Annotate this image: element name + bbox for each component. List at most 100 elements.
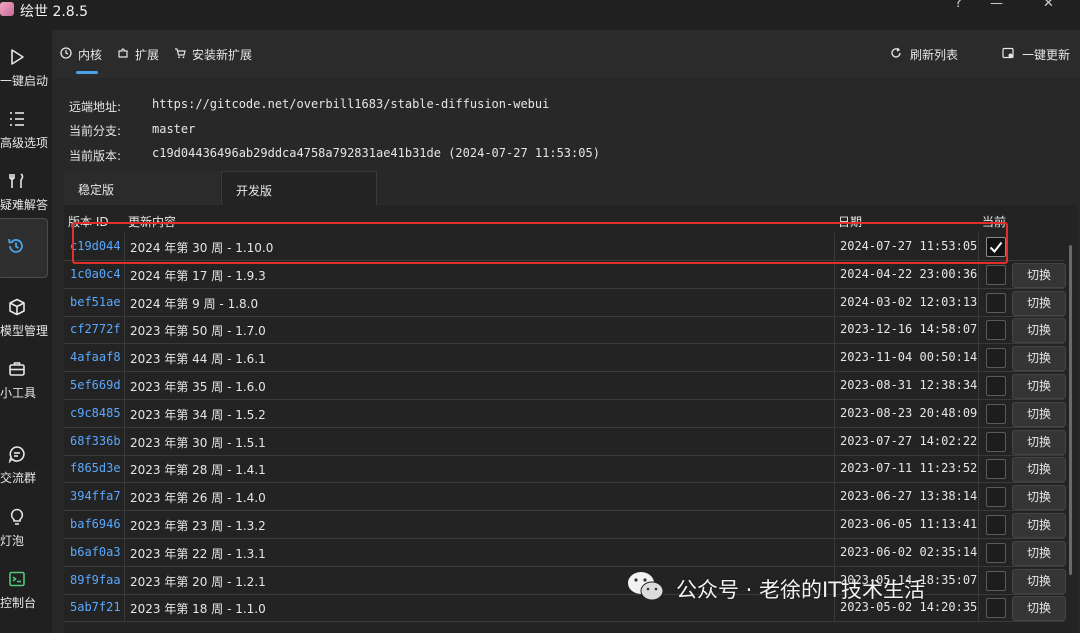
version-id[interactable]: baf6946 <box>70 517 121 531</box>
current-checkbox[interactable] <box>986 431 1006 452</box>
version-description: 2023 年第 20 周 - 1.2.1 <box>130 574 266 589</box>
list-icon <box>10 112 24 126</box>
table-row: 5ef669d 2023 年第 35 周 - 1.6.0 2023-08-31 12… <box>64 372 1066 400</box>
cell-divider <box>834 483 835 511</box>
version-id[interactable]: 1c0a0c4 <box>70 267 121 281</box>
sidebar-item-community[interactable]: 交流群 <box>0 437 48 495</box>
current-checkbox[interactable] <box>986 570 1006 591</box>
tab-dev[interactable]: 开发版 <box>221 171 377 205</box>
tab-core[interactable]: 内核 <box>60 45 120 65</box>
version-id[interactable]: 5ab7f21 <box>70 600 121 614</box>
refresh-list-button[interactable]: 刷新列表 <box>890 45 970 65</box>
version-id[interactable]: 394ffa7 <box>70 489 121 503</box>
top-tab-bar: 内核 扩展 安装新扩展 刷新列表 一键更新 <box>52 30 1080 78</box>
sidebar-item-troubleshoot[interactable]: 疑难解答 <box>0 164 48 222</box>
current-checkbox[interactable] <box>986 515 1006 535</box>
cell-divider <box>124 427 125 455</box>
sidebar-item-bulb[interactable]: 灯泡 <box>0 500 48 558</box>
version-description: 2024 年第 17 周 - 1.9.3 <box>130 268 266 283</box>
version-date: 2023-08-31 12:38:34 <box>840 378 978 392</box>
cell-divider <box>834 511 835 538</box>
cell-divider <box>978 538 979 566</box>
version-description: 2023 年第 30 周 - 1.5.1 <box>130 435 266 450</box>
sidebar-item-label: 小工具 <box>0 386 37 400</box>
switch-version-button[interactable]: 切换 <box>1012 513 1066 538</box>
cell-divider <box>124 288 125 316</box>
minimize-button[interactable]: — <box>990 0 1003 11</box>
watermark-text: 公众号 · 老徐的IT技术生活 <box>676 578 926 602</box>
cell-divider <box>124 455 125 483</box>
switch-version-button[interactable]: 切换 <box>1012 485 1066 511</box>
version-date: 2023-07-27 14:02:22 <box>840 433 978 448</box>
cell-divider <box>834 399 835 427</box>
current-checkbox[interactable] <box>986 292 1006 313</box>
switch-version-button[interactable]: 切换 <box>1012 346 1066 372</box>
switch-version-button[interactable]: 切换 <box>1012 401 1066 427</box>
table-row: cf2772f 2023 年第 50 周 - 1.7.0 2023-12-16 14… <box>64 316 1066 345</box>
remote-url-value: https://gitcode.net/overbill1683/stable-… <box>152 97 550 111</box>
cart-icon <box>175 48 186 59</box>
version-id[interactable]: 68f336b <box>70 434 121 448</box>
version-date: 2023-06-05 11:13:41 <box>840 517 978 531</box>
version-id[interactable]: bef51ae <box>70 295 121 309</box>
switch-version-button[interactable]: 切换 <box>1012 596 1066 622</box>
tab-stable[interactable]: 稳定版 <box>64 171 220 205</box>
switch-version-button[interactable]: 切换 <box>1012 429 1066 455</box>
version-id[interactable]: cf2772f <box>70 322 121 336</box>
sidebar-item-console[interactable]: 控制台 <box>0 562 48 620</box>
version-description: 2023 年第 23 周 - 1.3.2 <box>130 519 266 533</box>
version-description: 2023 年第 50 周 - 1.7.0 <box>130 324 266 339</box>
wechat-icon <box>628 572 664 601</box>
current-checkbox[interactable] <box>986 542 1006 563</box>
switch-version-button[interactable]: 切换 <box>1012 290 1066 316</box>
cell-divider <box>124 316 125 344</box>
close-button[interactable]: ✕ <box>1043 0 1054 11</box>
current-checkbox[interactable] <box>986 459 1006 480</box>
update-all-button[interactable]: 一键更新 <box>1002 45 1078 65</box>
cell-divider <box>124 399 125 427</box>
play-icon <box>11 49 24 65</box>
version-id[interactable]: b6af0a3 <box>70 545 121 559</box>
sidebar-item-models[interactable]: 模型管理 <box>0 290 48 348</box>
sidebar-item-launch[interactable]: 一键启动 <box>0 40 48 98</box>
current-checkbox[interactable] <box>986 403 1006 424</box>
cell-divider <box>978 594 979 622</box>
version-id[interactable]: 4afaaf8 <box>70 350 121 364</box>
current-checkbox[interactable] <box>986 348 1006 369</box>
version-id[interactable]: 5ef669d <box>70 378 121 392</box>
switch-version-button[interactable]: 切换 <box>1012 568 1066 594</box>
version-date: 2023-06-02 02:35:14 <box>840 544 978 559</box>
sidebar-item-history[interactable] <box>0 218 48 278</box>
switch-version-button[interactable]: 切换 <box>1012 540 1066 566</box>
switch-version-button[interactable]: 切换 <box>1012 374 1066 399</box>
version-table: 版本 ID 更新内容 日期 当前 c19d044 2024 年第 30 周 - 1… <box>64 205 1078 633</box>
switch-version-button[interactable]: 切换 <box>1012 457 1066 483</box>
tab-extensions[interactable]: 扩展 <box>117 45 177 65</box>
version-id[interactable]: 89f9faa <box>70 573 121 587</box>
cell-divider <box>124 511 125 538</box>
version-id[interactable]: f865d3e <box>70 461 121 475</box>
current-checkbox[interactable] <box>986 376 1006 396</box>
current-checkbox[interactable] <box>986 320 1006 341</box>
current-checkbox[interactable] <box>986 264 1006 285</box>
version-id[interactable]: c9c8485 <box>70 406 121 420</box>
current-checkbox[interactable] <box>986 598 1006 619</box>
table-row: 394ffa7 2023 年第 26 周 - 1.4.0 2023-06-27 13… <box>64 483 1066 512</box>
help-button[interactable]: ? <box>955 0 962 11</box>
tab-install-extension[interactable]: 安装新扩展 <box>174 45 274 65</box>
switch-version-button[interactable]: 切换 <box>1012 262 1066 288</box>
cell-divider <box>834 316 835 344</box>
cell-divider <box>834 372 835 399</box>
sidebar-item-advanced[interactable]: 高级选项 <box>0 102 48 160</box>
cell-divider <box>124 260 125 288</box>
scrollbar[interactable] <box>1069 245 1072 575</box>
title-bar: 绘世 2.8.5 ? — ✕ <box>0 0 1080 22</box>
version-date: 2023-06-27 13:38:14 <box>840 489 978 504</box>
table-row: c9c8485 2023 年第 34 周 - 1.5.2 2023-08-23 20… <box>64 399 1066 428</box>
current-checkbox[interactable] <box>986 487 1006 508</box>
sidebar-item-label: 灯泡 <box>0 534 25 548</box>
cell-divider <box>978 566 979 594</box>
version-description: 2023 年第 22 周 - 1.3.1 <box>130 546 266 561</box>
sidebar-item-tools[interactable]: 小工具 <box>0 352 48 410</box>
switch-version-button[interactable]: 切换 <box>1012 318 1066 344</box>
